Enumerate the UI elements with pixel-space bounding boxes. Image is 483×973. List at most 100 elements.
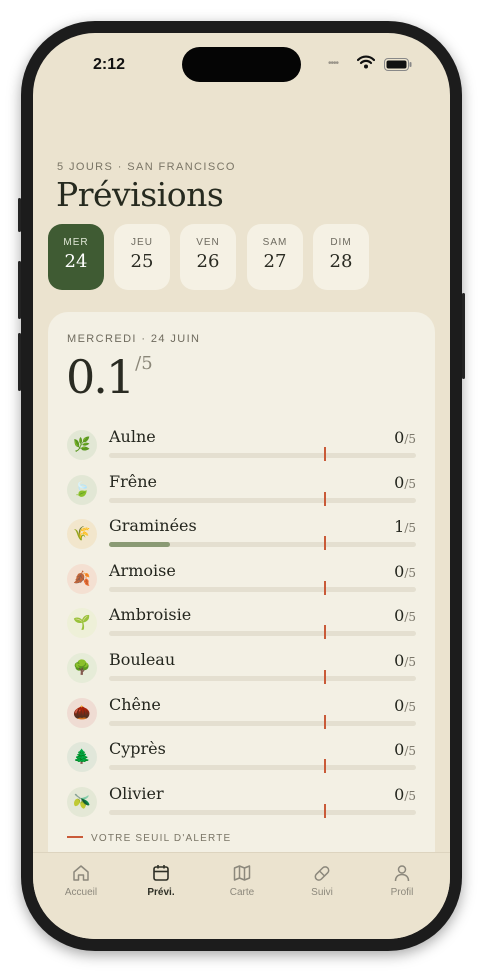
pollen-row[interactable]: 🌳 Bouleau 0/5 xyxy=(67,650,416,697)
pollen-row[interactable]: 🌱 Ambroisie 0/5 xyxy=(67,605,416,652)
pollen-name: Graminées xyxy=(109,516,197,536)
signal-dots-icon: •••• xyxy=(328,58,339,69)
threshold-marker xyxy=(324,580,326,595)
day-tab-number: 27 xyxy=(263,251,287,272)
pollen-name: Frêne xyxy=(109,471,157,491)
birch-tree-icon: 🌳 xyxy=(67,653,97,683)
day-tab-number: 26 xyxy=(196,251,220,272)
mugwort-icon: 🍂 xyxy=(67,563,97,594)
pollen-value-number: 0 xyxy=(394,651,405,670)
threshold-marker xyxy=(324,714,326,729)
tab-label: Carte xyxy=(229,887,255,898)
threshold-marker xyxy=(324,536,326,551)
day-tab-sat[interactable]: SAM 27 xyxy=(247,224,303,290)
day-tab-name: VEN xyxy=(196,237,220,248)
tab-label: Profil xyxy=(390,887,414,898)
pollen-value-number: 0 xyxy=(394,784,405,804)
pollen-value-denominator: /5 xyxy=(404,699,416,714)
pollen-name: Ambroisie xyxy=(109,605,192,625)
wifi-icon xyxy=(357,55,375,69)
battery-icon xyxy=(384,58,412,71)
pollen-value: 0/5 xyxy=(394,696,416,715)
tab-label: Accueil xyxy=(64,887,98,898)
pollen-name: Chêne xyxy=(109,694,161,714)
pollen-value-denominator: /5 xyxy=(404,432,416,446)
day-tab-name: JEU xyxy=(131,237,153,248)
profile-icon xyxy=(394,865,410,882)
threshold-marker xyxy=(324,759,326,774)
pollen-value-number: 0 xyxy=(394,561,405,581)
volume-up-button xyxy=(18,261,21,319)
pollen-row[interactable]: 🍃 Frêne 0/5 xyxy=(67,471,416,519)
threshold-marker xyxy=(324,491,326,506)
threshold-marker xyxy=(324,625,326,640)
pollen-level-track xyxy=(109,676,416,681)
pollen-level-track xyxy=(109,631,416,637)
day-tab-thu[interactable]: JEU 25 xyxy=(114,224,170,290)
overall-score: 0.1/5 xyxy=(66,350,153,404)
sprout-icon: 🌱 xyxy=(67,608,97,639)
status-bar: 2:12 •••• xyxy=(33,33,450,89)
action-button xyxy=(18,198,21,232)
pollen-value: 0/5 xyxy=(394,606,416,625)
pollen-value: 0/5 xyxy=(394,651,416,670)
pollen-value-number: 0 xyxy=(394,428,405,447)
pollen-value-denominator: /5 xyxy=(404,610,416,625)
tab-suivi[interactable]: Suivi xyxy=(287,863,357,898)
pollen-name: Armoise xyxy=(109,560,176,580)
threshold-marker xyxy=(324,447,326,461)
tab-label: Suivi xyxy=(311,887,333,898)
page-title: Prévisions xyxy=(56,175,224,214)
pollen-value: 0/5 xyxy=(394,428,416,447)
olive-icon: 🫒 xyxy=(67,786,97,817)
day-tab-sun[interactable]: DIM 28 xyxy=(313,224,369,290)
cypress-icon: 🌲 xyxy=(67,742,97,773)
pollen-value-denominator: /5 xyxy=(404,476,416,491)
pollen-value-number: 0 xyxy=(394,695,405,715)
pollen-level-track xyxy=(109,497,416,503)
pollen-row[interactable]: 🌾 Graminées 1/5 xyxy=(67,516,416,563)
pollen-row[interactable]: 🍂 Armoise 0/5 xyxy=(67,560,416,608)
pollen-value-denominator: /5 xyxy=(404,565,416,580)
pollen-value-number: 0 xyxy=(394,740,405,760)
score-value: 0.1 xyxy=(66,350,135,404)
pollen-level-track xyxy=(109,586,416,592)
pollen-value-number: 0 xyxy=(394,472,405,492)
pollen-value: 0/5 xyxy=(394,473,416,492)
grass-icon: 🌾 xyxy=(67,519,97,550)
day-tab-fri[interactable]: VEN 26 xyxy=(180,224,236,290)
pollen-level-fill xyxy=(109,542,170,548)
screen: 2:12 •••• 5 JOURS · SAN FRANCISCO Prévis… xyxy=(33,33,450,939)
pollen-name: Bouleau xyxy=(109,650,176,669)
tab-accueil[interactable]: Accueil xyxy=(46,863,116,898)
dynamic-island xyxy=(182,47,301,82)
pollen-row[interactable]: 🌿 Aulne 0/5 xyxy=(67,427,416,474)
pollen-name: Olivier xyxy=(109,783,164,803)
tab-profil[interactable]: Profil xyxy=(367,863,437,898)
threshold-legend: VOTRE SEUIL D'ALERTE xyxy=(67,833,231,844)
map-icon xyxy=(233,865,251,881)
pollen-row[interactable]: 🫒 Olivier 0/5 xyxy=(67,783,416,831)
leaf-icon: 🌿 xyxy=(67,430,97,460)
status-time: 2:12 xyxy=(93,56,126,73)
day-tab-wed[interactable]: MER 24 xyxy=(48,224,104,290)
pollen-level-track xyxy=(109,720,416,726)
pollen-name: Aulne xyxy=(109,427,156,446)
day-tab-name: SAM xyxy=(262,237,288,248)
pollen-row[interactable]: 🌲 Cyprès 0/5 xyxy=(67,739,416,786)
pollen-row[interactable]: 🌰 Chêne 0/5 xyxy=(67,694,416,742)
pollen-level-track xyxy=(109,765,416,771)
card-date: MERCREDI · 24 JUIN xyxy=(67,333,201,345)
tab-carte[interactable]: Carte xyxy=(207,863,277,898)
threshold-marker xyxy=(324,803,326,818)
forecast-card: MERCREDI · 24 JUIN 0.1/5 🌿 Aulne 0/5 🍃 Frêne… xyxy=(48,312,435,892)
day-tab-number: 24 xyxy=(64,251,88,272)
day-tab-number: 25 xyxy=(130,251,154,272)
pollen-value: 0/5 xyxy=(394,740,416,759)
pollen-name: Cyprès xyxy=(109,739,166,759)
calendar-icon xyxy=(153,865,169,881)
tab-previsions[interactable]: Prévi. xyxy=(126,863,196,898)
phone-frame: 2:12 •••• 5 JOURS · SAN FRANCISCO Prévis… xyxy=(18,21,465,951)
pill-icon xyxy=(314,866,330,881)
day-tab-name: MER xyxy=(63,237,89,248)
